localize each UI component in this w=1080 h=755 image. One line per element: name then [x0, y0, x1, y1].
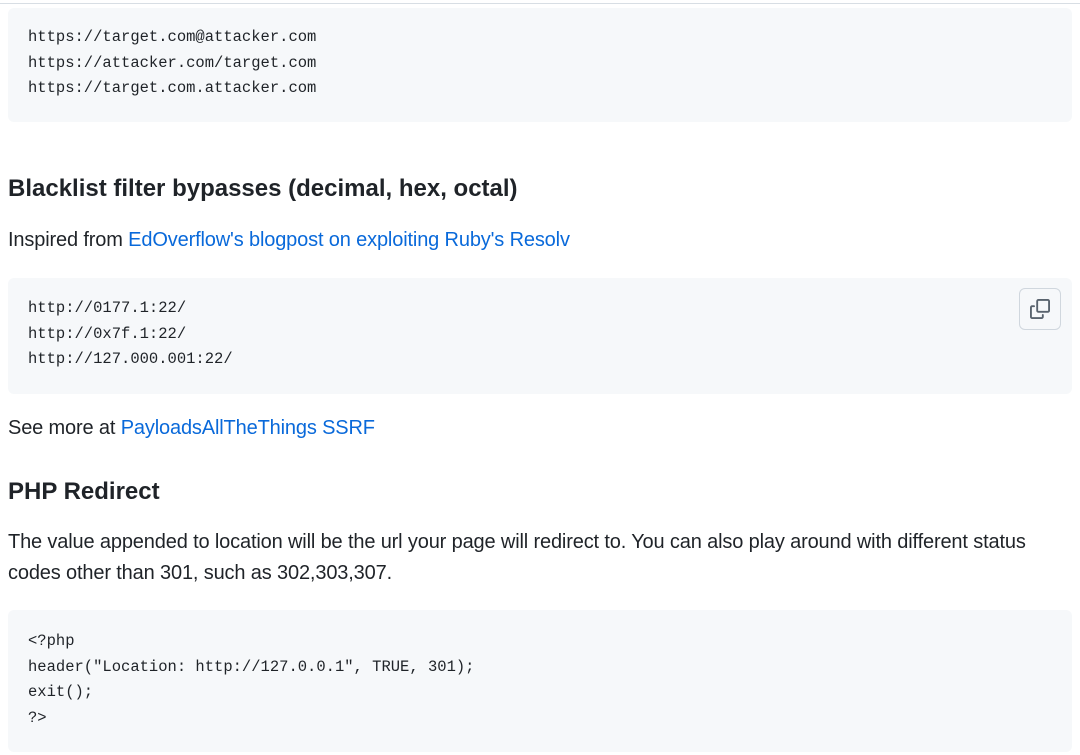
code-line: https://target.com.attacker.com	[28, 79, 317, 97]
copy-icon	[1030, 299, 1050, 319]
code-line: <?php	[28, 632, 75, 650]
section-heading-blacklist: Blacklist filter bypasses (decimal, hex,…	[8, 175, 518, 202]
section-heading-php-redirect: PHP Redirect	[8, 478, 160, 505]
code-line: http://127.000.001:22/	[28, 350, 233, 368]
code-block-url-confusion[interactable]: https://target.com@attacker.com https://…	[8, 8, 1072, 122]
see-more-paragraph: See more at PayloadsAllTheThings SSRF	[8, 413, 1072, 444]
code-line: http://0x7f.1:22/	[28, 324, 187, 343]
payloadsallthethings-ssrf-link[interactable]: PayloadsAllTheThings SSRF	[121, 417, 375, 439]
see-more-text: See more at	[8, 417, 121, 439]
php-paragraph-line-2: codes other than 301, such as 302,303,30…	[8, 562, 392, 584]
code-block-ip-bypasses[interactable]: http://0177.1:22/ http://0x7f.1:22/ http…	[8, 278, 1072, 394]
code-line: http://0177.1:22/	[28, 299, 187, 317]
inspired-text: Inspired from	[8, 229, 129, 251]
edoverflow-blogpost-link[interactable]: EdOverflow's blogpost on exploiting Ruby…	[128, 229, 570, 251]
code-line: header("Location: http://127.0.0.1", TRU…	[28, 657, 475, 676]
copy-code-button[interactable]	[1019, 288, 1061, 330]
code-line: https://attacker.com/target.com	[28, 53, 317, 72]
code-line: ?>	[28, 708, 47, 727]
php-paragraph-line-1: The value appended to location will be t…	[8, 531, 1026, 553]
inspired-paragraph: Inspired from EdOverflow's blogpost on e…	[8, 225, 1072, 256]
code-line: https://target.com@attacker.com	[28, 28, 317, 46]
top-divider	[0, 3, 1080, 4]
php-redirect-paragraph: The value appended to location will be t…	[8, 527, 1072, 589]
code-block-php-redirect[interactable]: <?php header("Location: http://127.0.0.1…	[8, 610, 1072, 752]
code-line: exit();	[28, 683, 94, 701]
